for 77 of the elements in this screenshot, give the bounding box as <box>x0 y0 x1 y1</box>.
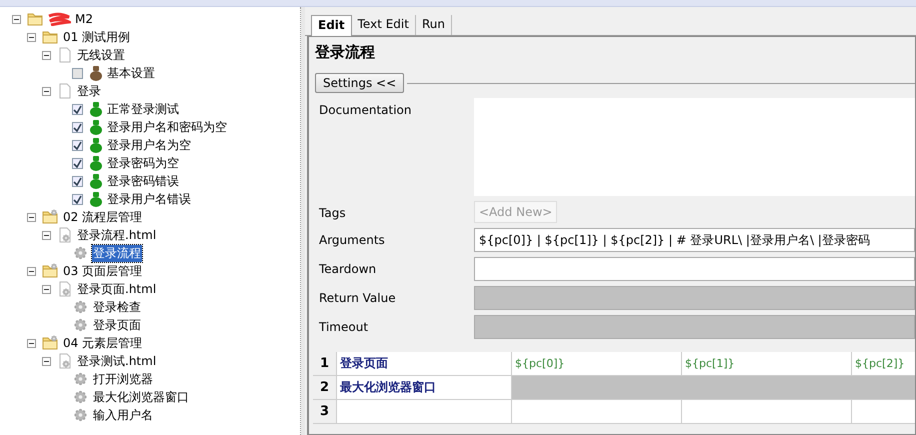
folder-gear-icon <box>42 209 59 225</box>
gear-icon <box>72 317 89 333</box>
expand-toggle[interactable] <box>27 32 36 42</box>
tree-item[interactable]: 登录 <box>76 82 102 100</box>
tree-item[interactable]: 登录流程 <box>92 244 142 262</box>
gear-icon <box>72 389 89 405</box>
tree-item[interactable]: 02 流程层管理 <box>62 208 144 226</box>
checkbox[interactable] <box>72 68 83 78</box>
tab[interactable]: Text Edit <box>352 15 416 35</box>
keyword-title: 登录流程 <box>315 43 376 63</box>
field-label: Documentation <box>318 102 413 117</box>
checkbox[interactable] <box>72 176 83 186</box>
expand-toggle[interactable] <box>27 338 36 348</box>
input-field[interactable]: ${pc[0]} | ${pc[1]} | ${pc[2]} | # 登录URL\ |登录用户名\ |登录密码 <box>474 228 915 252</box>
input-field[interactable] <box>474 257 915 281</box>
field-label: Timeout <box>318 319 370 334</box>
gear-icon <box>72 371 89 387</box>
checkbox[interactable] <box>72 140 83 150</box>
expand-toggle[interactable] <box>42 284 51 294</box>
row-number: 3 <box>313 400 337 423</box>
gear-icon <box>72 299 89 315</box>
tree-item[interactable]: 登录用户名为空 <box>106 136 192 154</box>
tree-item[interactable]: 登录测试.html <box>76 352 158 370</box>
tab[interactable]: Edit <box>311 15 352 36</box>
settings-button[interactable]: Settings << <box>315 73 404 93</box>
table-cell[interactable]: ${pc[2]} <box>852 352 915 375</box>
tree-item[interactable]: 无线设置 <box>76 46 126 64</box>
expand-toggle[interactable] <box>27 266 36 276</box>
tree-item[interactable]: 基本设置 <box>106 64 156 82</box>
folder-gear-icon <box>42 335 59 351</box>
gear-icon <box>72 245 89 261</box>
tree-item[interactable]: 登录密码错误 <box>106 172 180 190</box>
field-label: Arguments <box>318 232 386 247</box>
expand-toggle[interactable] <box>42 230 51 240</box>
tree-item[interactable]: 登录密码为空 <box>106 154 180 172</box>
checkbox[interactable] <box>72 104 83 114</box>
tree-item[interactable]: 输入用户名 <box>92 406 154 424</box>
tree-item[interactable]: 登录用户名和密码为空 <box>106 118 228 136</box>
gear-icon <box>72 407 89 423</box>
expand-toggle[interactable] <box>12 14 21 24</box>
expand-toggle[interactable] <box>42 356 51 366</box>
table-cell[interactable]: ${pc[1]} <box>682 352 852 375</box>
folder-icon <box>42 29 59 45</box>
checkbox[interactable] <box>72 194 83 204</box>
tab[interactable]: Run <box>416 15 452 35</box>
tree-item[interactable]: 打开浏览器 <box>92 370 154 388</box>
documentation-field[interactable] <box>474 98 915 196</box>
tree-item[interactable]: 03 页面层管理 <box>62 262 144 280</box>
tree-item[interactable]: 登录页面 <box>92 316 142 334</box>
folder-icon <box>27 11 44 27</box>
tree-item[interactable]: 01 测试用例 <box>62 28 132 46</box>
field-label: Tags <box>318 205 347 220</box>
tree-item[interactable]: M2 <box>74 12 94 26</box>
field-label: Teardown <box>318 261 378 276</box>
expand-toggle[interactable] <box>42 50 51 60</box>
file-gear-icon <box>57 353 73 369</box>
folder-gear-icon <box>42 263 59 279</box>
expand-toggle[interactable] <box>42 86 51 96</box>
tree-item[interactable]: 登录页面.html <box>76 280 158 298</box>
tree-item[interactable]: 正常登录测试 <box>106 100 180 118</box>
file-icon <box>57 47 73 63</box>
expand-toggle[interactable] <box>27 212 36 222</box>
tree-item[interactable]: 登录用户名错误 <box>106 190 192 208</box>
row-number: 1 <box>313 352 337 375</box>
table-cell[interactable]: ${pc[0]} <box>512 352 682 375</box>
row-number: 2 <box>313 376 337 399</box>
table-cell[interactable]: 登录页面 <box>337 352 512 375</box>
field-label: Return Value <box>318 290 397 305</box>
checkbox[interactable] <box>72 122 83 132</box>
checkbox[interactable] <box>72 158 83 168</box>
tree-item[interactable]: 登录检查 <box>92 298 142 316</box>
file-gear-icon <box>57 281 73 297</box>
tree-item[interactable]: 04 元素层管理 <box>62 334 144 352</box>
tree-item[interactable]: 登录流程.html <box>76 226 158 244</box>
file-gear-icon <box>57 227 73 243</box>
tree-item[interactable]: 最大化浏览器窗口 <box>92 388 190 406</box>
file-icon <box>57 83 73 99</box>
